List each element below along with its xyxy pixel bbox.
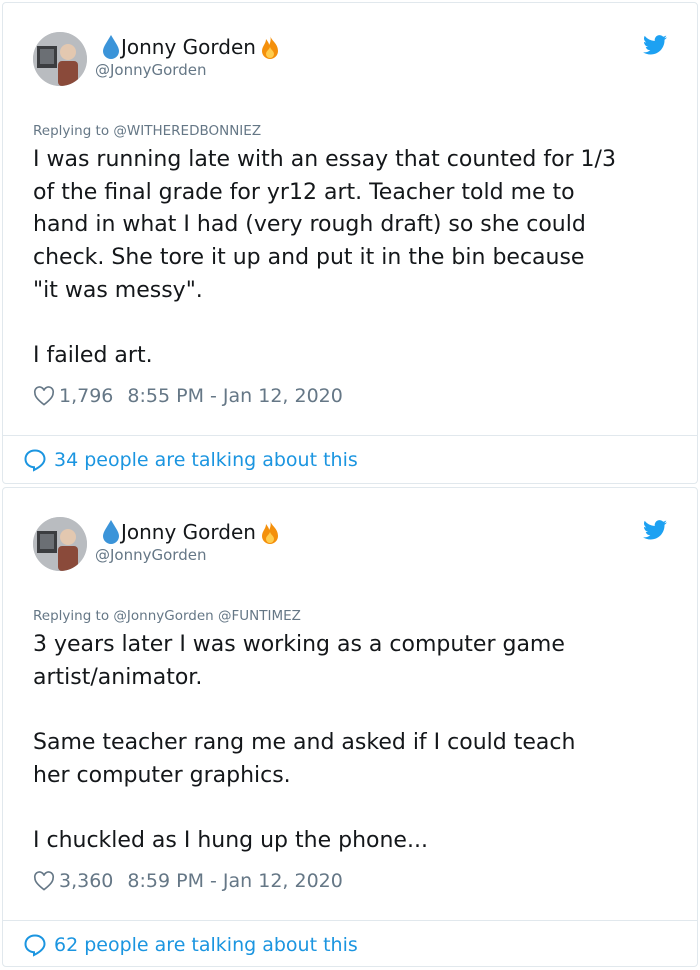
like-count[interactable]: 3,360 (59, 870, 113, 892)
timestamp[interactable]: 8:59 PM - Jan 12, 2020 (127, 870, 342, 892)
tweet-card: Jonny Gorden @JonnyGorden Replying to @J… (2, 487, 698, 967)
user-name[interactable]: Jonny Gorden (121, 35, 256, 59)
tweet-meta: 3,360 8:59 PM - Jan 12, 2020 (33, 870, 343, 892)
replying-to[interactable]: Replying to @JonnyGorden @FUNTIMEZ (33, 608, 301, 624)
talking-label[interactable]: 62 people are talking about this (54, 934, 358, 956)
twitter-bird-icon[interactable] (643, 35, 667, 55)
water-drop-icon (103, 520, 119, 544)
avatar[interactable] (33, 32, 87, 86)
fire-icon (261, 35, 278, 59)
twitter-bird-icon[interactable] (643, 520, 667, 540)
water-drop-icon (103, 35, 119, 59)
speech-bubble-icon (24, 449, 46, 472)
avatar[interactable] (33, 517, 87, 571)
user-handle[interactable]: @JonnyGorden (95, 61, 206, 79)
talking-link[interactable]: 34 people are talking about this (23, 448, 358, 472)
talking-link[interactable]: 62 people are talking about this (23, 933, 358, 957)
divider (3, 920, 697, 921)
talking-label[interactable]: 34 people are talking about this (54, 449, 358, 471)
tweet-meta: 1,796 8:55 PM - Jan 12, 2020 (33, 385, 343, 407)
user-name-row: Jonny Gorden (101, 518, 284, 546)
user-handle[interactable]: @JonnyGorden (95, 546, 206, 564)
tweet-text: 3 years later I was working as a compute… (33, 632, 576, 854)
fire-icon (261, 520, 278, 544)
speech-bubble-icon (24, 934, 46, 957)
tweet-card: Jonny Gorden @JonnyGorden Replying to @W… (2, 2, 698, 484)
divider (3, 435, 697, 436)
like-count[interactable]: 1,796 (59, 385, 113, 407)
heart-icon[interactable] (33, 386, 55, 406)
tweet-text: I was running late with an essay that co… (33, 147, 616, 369)
heart-icon[interactable] (33, 871, 55, 891)
replying-to[interactable]: Replying to @WITHEREDBONNIEZ (33, 123, 261, 139)
user-name[interactable]: Jonny Gorden (121, 520, 256, 544)
timestamp[interactable]: 8:55 PM - Jan 12, 2020 (127, 385, 342, 407)
user-name-row: Jonny Gorden (101, 33, 284, 61)
